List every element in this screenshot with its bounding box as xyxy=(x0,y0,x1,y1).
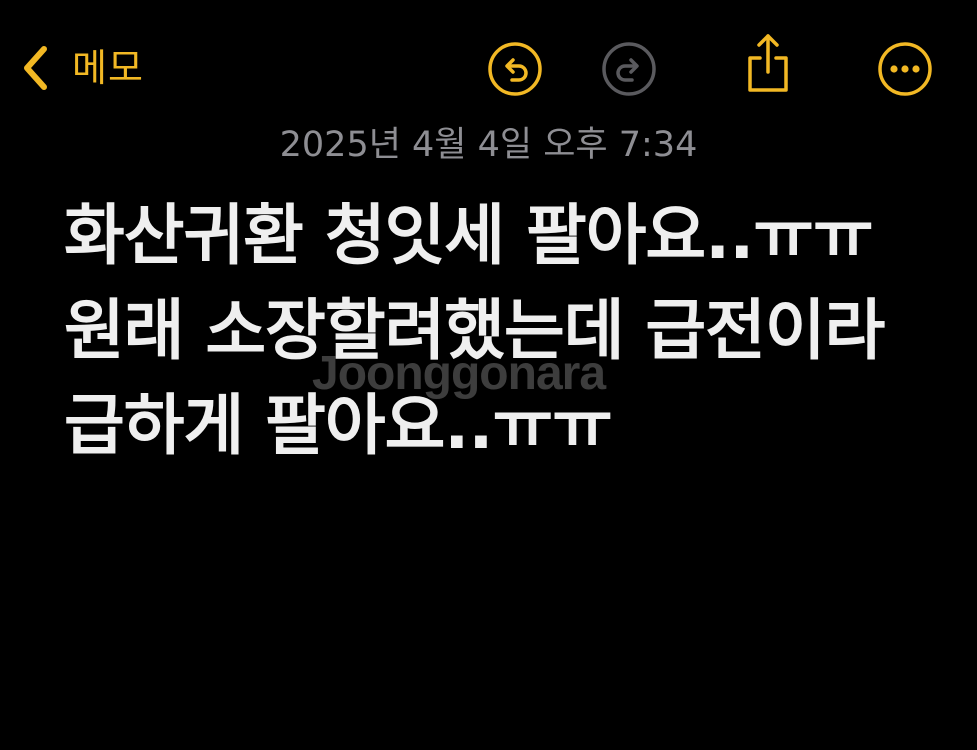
undo-button[interactable] xyxy=(485,39,545,99)
redo-icon xyxy=(602,42,656,96)
note-line: 급하게 팔아요..ㅠㅠ xyxy=(64,387,613,464)
note-line: 화산귀환 청잇세 팔아요..ㅠㅠ xyxy=(64,197,874,274)
notes-toolbar: 메모 xyxy=(0,0,977,140)
back-button[interactable]: 메모 xyxy=(18,40,144,96)
chevron-left-icon xyxy=(24,46,47,90)
ellipsis-icon xyxy=(878,42,932,96)
note-body-text[interactable]: 화산귀환 청잇세 팔아요..ㅠㅠ 원래 소장할려했는데 급전이라 급하게 팔아요… xyxy=(64,188,964,473)
redo-button[interactable] xyxy=(599,39,659,99)
note-timestamp: 2025년 4월 4일 오후 7:34 xyxy=(279,125,698,165)
share-icon xyxy=(748,34,788,92)
more-button[interactable] xyxy=(875,39,935,99)
share-button[interactable] xyxy=(738,33,798,93)
back-button-label: 메모 xyxy=(72,46,144,90)
undo-icon xyxy=(488,42,542,96)
note-line: 원래 소장할려했는데 급전이라 xyxy=(64,292,885,369)
